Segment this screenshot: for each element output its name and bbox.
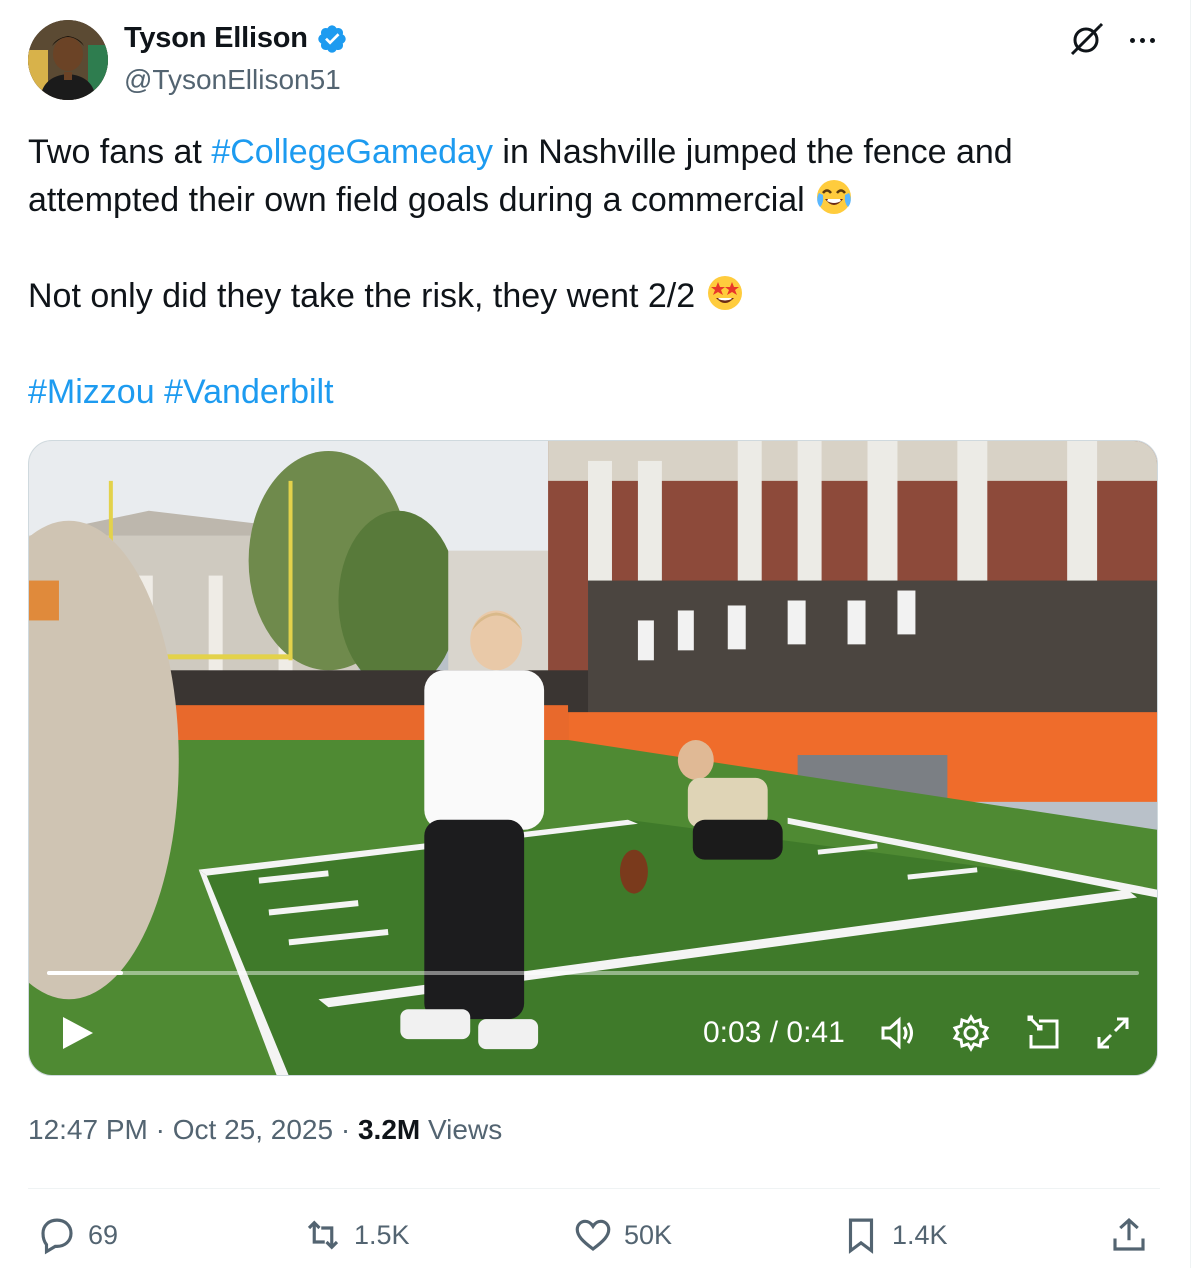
video-progress-bar[interactable] (47, 971, 1139, 975)
star-struck-icon (707, 276, 742, 310)
pip-icon[interactable] (1023, 1013, 1063, 1053)
like-count: 50K (624, 1219, 673, 1250)
meta-separator: · (155, 1114, 165, 1145)
tweet-card: Tyson Ellison @TysonEllison51 Two fans a… (0, 0, 1191, 1268)
grok-icon[interactable] (1064, 18, 1108, 62)
author-handle[interactable]: @TysonEllison51 (124, 64, 341, 96)
reply-button[interactable]: 69 (36, 1214, 118, 1256)
face-with-tears-of-joy-icon (817, 180, 852, 214)
verified-badge-icon (318, 24, 346, 53)
tweet-meta: 12:47 PM · Oct 25, 2025 · 3.2M Views (28, 1114, 502, 1146)
tweet-actions: 69 1.5K 50K 1.4K (0, 1214, 1194, 1262)
bookmark-icon (848, 1218, 874, 1254)
meta-separator: · (340, 1114, 351, 1145)
repost-count: 1.5K (354, 1219, 410, 1250)
video-frame (29, 441, 1157, 1075)
more-options-icon[interactable] (1120, 24, 1164, 56)
tweet-text-segment: Not only did they take the risk, they we… (28, 277, 696, 315)
repost-button[interactable]: 1.5K (302, 1214, 410, 1256)
reply-icon (41, 1218, 73, 1255)
divider (28, 1188, 1160, 1189)
author-name-row[interactable]: Tyson Ellison (124, 22, 348, 55)
video-progress-fill (47, 971, 124, 975)
play-icon[interactable] (57, 1013, 97, 1053)
video-time-display: 0:03 / 0:41 (703, 1016, 845, 1049)
tweet-date[interactable]: Oct 25, 2025 (173, 1114, 333, 1145)
tweet-text: Two fans at #CollegeGameday in Nashville… (28, 128, 1148, 416)
author-display-name[interactable]: Tyson Ellison (124, 22, 308, 55)
share-icon (1113, 1218, 1145, 1251)
views-label: Views (428, 1114, 503, 1145)
volume-icon[interactable] (877, 1013, 917, 1053)
heart-icon (575, 1219, 611, 1251)
settings-icon[interactable] (951, 1013, 991, 1053)
video-player[interactable]: 0:03 / 0:41 (28, 440, 1158, 1076)
tweet-text-segment: Two fans at (28, 133, 212, 171)
hashtag-link[interactable]: #CollegeGameday (211, 133, 493, 171)
like-button[interactable]: 50K (572, 1214, 672, 1256)
repost-icon (307, 1220, 339, 1250)
views-count: 3.2M (357, 1114, 421, 1145)
reply-count: 69 (88, 1219, 119, 1250)
bookmark-count: 1.4K (892, 1219, 948, 1250)
hashtag-link[interactable]: #Vanderbilt (164, 373, 334, 411)
share-button[interactable] (1108, 1214, 1150, 1256)
fullscreen-icon[interactable] (1093, 1013, 1133, 1053)
tweet-time[interactable]: 12:47 PM (28, 1114, 148, 1145)
hashtag-link[interactable]: #Mizzou (28, 373, 155, 411)
bookmark-button[interactable]: 1.4K (840, 1214, 948, 1256)
author-avatar[interactable] (28, 20, 108, 100)
